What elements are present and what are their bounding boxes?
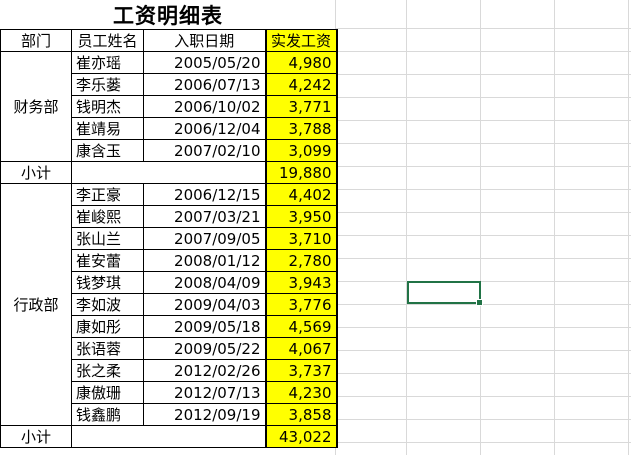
hire-date-cell[interactable]: 2009/05/18 <box>143 315 266 338</box>
empty-cell[interactable] <box>71 425 266 448</box>
name-cell[interactable]: 崔靖易 <box>71 117 144 140</box>
salary-cell[interactable]: 2,780 <box>264 249 338 272</box>
name-cell[interactable]: 张语蓉 <box>71 337 144 360</box>
salary-cell[interactable]: 3,950 <box>264 205 338 228</box>
hire-date-cell[interactable]: 2008/04/09 <box>143 271 266 294</box>
salary-cell[interactable]: 3,710 <box>264 227 338 250</box>
name-cell[interactable]: 李正豪 <box>71 183 144 206</box>
header-department[interactable]: 部门 <box>0 29 72 52</box>
table-row: 财务部 崔亦瑶 2005/05/20 4,980 <box>0 51 338 162</box>
name-cell[interactable]: 康傲珊 <box>71 381 144 404</box>
fill-handle[interactable] <box>476 299 483 306</box>
name-cell[interactable]: 康如彤 <box>71 315 144 338</box>
hire-date-cell[interactable]: 2006/12/04 <box>143 117 266 140</box>
hire-date-cell[interactable]: 2007/03/21 <box>143 205 266 228</box>
salary-cell[interactable]: 4,402 <box>264 183 338 206</box>
salary-cell[interactable]: 4,067 <box>264 337 338 360</box>
salary-cell[interactable]: 3,737 <box>264 359 338 382</box>
salary-table: 部门 员工姓名 入职日期 实发工资 财务部 崔亦瑶 2005/05/20 4,980 李… <box>0 29 338 448</box>
salary-cell[interactable]: 3,858 <box>264 403 338 426</box>
salary-cell[interactable]: 4,980 <box>264 51 338 74</box>
name-cell[interactable]: 钱梦琪 <box>71 271 144 294</box>
hire-date-cell[interactable]: 2012/02/26 <box>143 359 266 382</box>
subtotal-row: 小计 43,022 <box>0 425 338 448</box>
salary-cell[interactable]: 3,788 <box>264 117 338 140</box>
name-cell[interactable]: 崔安蕾 <box>71 249 144 272</box>
subtotal-label-cell[interactable]: 小计 <box>0 425 72 448</box>
salary-cell[interactable]: 3,943 <box>264 271 338 294</box>
subtotal-value-cell[interactable]: 43,022 <box>264 425 338 448</box>
department-cell[interactable]: 财务部 <box>0 51 72 162</box>
empty-cell[interactable] <box>71 161 266 184</box>
name-cell[interactable]: 李乐蒌 <box>71 73 144 96</box>
hire-date-cell[interactable]: 2009/05/22 <box>143 337 266 360</box>
name-cell[interactable]: 张山兰 <box>71 227 144 250</box>
hire-date-cell[interactable]: 2007/02/10 <box>143 139 266 162</box>
hire-date-cell[interactable]: 2008/01/12 <box>143 249 266 272</box>
hire-date-cell[interactable]: 2009/04/03 <box>143 293 266 316</box>
hire-date-cell[interactable]: 2006/10/02 <box>143 95 266 118</box>
hire-date-cell[interactable]: 2005/05/20 <box>143 51 266 74</box>
sheet-title[interactable]: 工资明细表 <box>0 0 336 29</box>
name-cell[interactable]: 崔峻熙 <box>71 205 144 228</box>
header-net-salary[interactable]: 实发工资 <box>264 29 338 52</box>
salary-cell[interactable]: 3,771 <box>264 95 338 118</box>
salary-cell[interactable]: 3,776 <box>264 293 338 316</box>
hire-date-cell[interactable]: 2012/09/19 <box>143 403 266 426</box>
header-employee-name[interactable]: 员工姓名 <box>71 29 144 52</box>
name-cell[interactable]: 钱明杰 <box>71 95 144 118</box>
hire-date-cell[interactable]: 2006/12/15 <box>143 183 266 206</box>
header-row: 部门 员工姓名 入职日期 实发工资 <box>0 29 338 52</box>
salary-cell[interactable]: 4,242 <box>264 73 338 96</box>
name-cell[interactable]: 张之柔 <box>71 359 144 382</box>
header-hire-date[interactable]: 入职日期 <box>143 29 266 52</box>
name-cell[interactable]: 李如波 <box>71 293 144 316</box>
name-cell[interactable]: 康含玉 <box>71 139 144 162</box>
salary-cell[interactable]: 4,230 <box>264 381 338 404</box>
name-cell[interactable]: 钱鑫鹏 <box>71 403 144 426</box>
hire-date-cell[interactable]: 2012/07/13 <box>143 381 266 404</box>
subtotal-value-cell[interactable]: 19,880 <box>264 161 338 184</box>
department-cell[interactable]: 行政部 <box>0 183 72 426</box>
subtotal-row: 小计 19,880 <box>0 161 338 184</box>
hire-date-cell[interactable]: 2006/07/13 <box>143 73 266 96</box>
hire-date-cell[interactable]: 2007/09/05 <box>143 227 266 250</box>
name-cell[interactable]: 崔亦瑶 <box>71 51 144 74</box>
table-row: 行政部 李正豪 2006/12/15 4,402 <box>0 183 338 426</box>
salary-cell[interactable]: 3,099 <box>264 139 338 162</box>
active-cell-selection[interactable] <box>407 281 483 306</box>
salary-cell[interactable]: 4,569 <box>264 315 338 338</box>
subtotal-label-cell[interactable]: 小计 <box>0 161 72 184</box>
